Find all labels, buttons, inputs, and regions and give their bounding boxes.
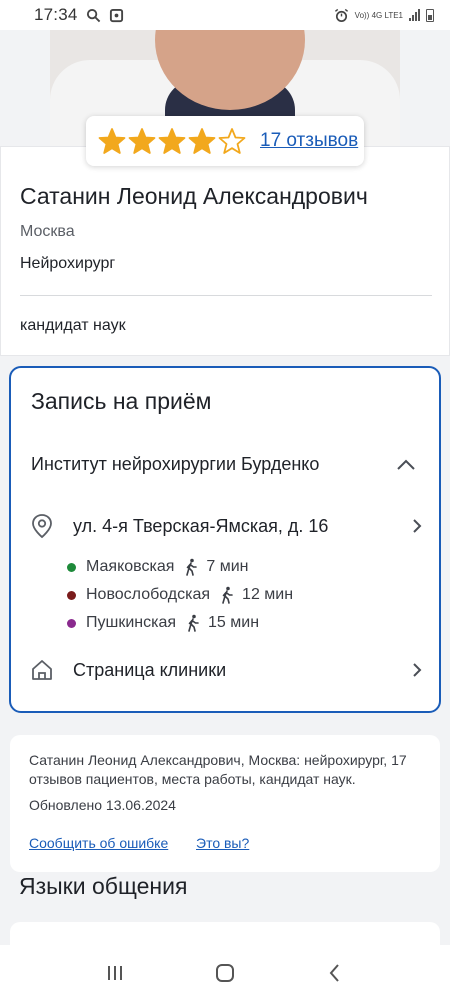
languages-title: Языки общения — [19, 873, 188, 899]
search-icon — [86, 8, 100, 22]
rating-stars — [98, 127, 246, 155]
metro-walk-time: 7 мин — [206, 558, 249, 575]
metro-line-dot — [67, 562, 76, 572]
star-filled-icon — [188, 128, 216, 154]
metro-line-dot — [67, 618, 76, 628]
clinic-building-icon — [32, 660, 52, 680]
divider — [20, 295, 432, 296]
system-nav-bar — [0, 945, 450, 1000]
walking-icon — [188, 614, 199, 632]
star-filled-icon — [128, 128, 156, 154]
metro-walk-time: 15 мин — [208, 614, 260, 631]
metro-station-row: Маяковская 7 мин — [67, 558, 249, 576]
metro-station-row: Пушкинская 15 мин — [67, 614, 259, 632]
recent-apps-icon[interactable] — [103, 961, 127, 985]
doctor-city: Москва — [20, 223, 75, 240]
walking-icon — [222, 586, 233, 604]
metro-walk-time: 12 мин — [242, 586, 294, 603]
clinic-name[interactable]: Институт нейрохирургии Бурденко — [31, 454, 319, 475]
metro-station-row: Новослободская 12 мин — [67, 586, 293, 604]
doctor-degree: кандидат наук — [20, 317, 126, 334]
battery-icon — [426, 8, 434, 22]
star-empty-icon — [218, 128, 246, 154]
address-row[interactable]: ул. 4-я Тверская-Ямская, д. 16 — [31, 508, 423, 544]
profile-card: Сатанин Леонид Александрович Москва Нейр… — [0, 146, 450, 356]
chevron-up-icon[interactable] — [395, 456, 417, 472]
location-pin-icon — [32, 514, 52, 539]
chevron-right-icon — [413, 519, 422, 533]
report-error-link[interactable]: Сообщить об ошибке — [29, 835, 168, 851]
star-filled-icon — [98, 128, 126, 154]
rating-badge: 17 отзывов — [86, 116, 364, 166]
metro-station-name: Пушкинская — [86, 614, 177, 631]
updated-date: Обновлено 13.06.2024 — [29, 797, 176, 813]
signal-icon — [409, 9, 420, 21]
clinic-page-row[interactable]: Страница клиники — [31, 652, 423, 688]
summary-card: Сатанин Леонид Александрович, Москва: не… — [10, 735, 440, 872]
home-icon[interactable] — [213, 961, 237, 985]
walking-icon — [186, 558, 198, 576]
metro-station-name: Новослободская — [86, 586, 211, 603]
chevron-right-icon — [413, 663, 422, 677]
reviews-link[interactable]: 17 отзывов — [260, 130, 358, 152]
screenshot-icon — [109, 8, 123, 22]
appointment-card: Запись на приём Институт нейрохирургии Б… — [9, 366, 441, 713]
status-bar: 17:34 Vo)) 4G LTE1 — [0, 0, 450, 30]
clinic-address: ул. 4-я Тверская-Ямская, д. 16 — [73, 515, 329, 536]
metro-station-name: Маяковская — [86, 558, 175, 575]
clinic-page-label: Страница клиники — [73, 659, 227, 680]
doctor-specialty[interactable]: Нейрохирург — [20, 255, 115, 273]
appointment-title: Запись на приём — [31, 388, 212, 414]
back-icon[interactable] — [323, 961, 347, 985]
is-it-you-link[interactable]: Это вы? — [196, 835, 249, 851]
network-indicator: Vo)) 4G LTE1 — [354, 10, 403, 20]
profile-summary: Сатанин Леонид Александрович, Москва: не… — [29, 752, 407, 787]
star-filled-icon — [158, 128, 186, 154]
alarm-icon — [334, 8, 348, 22]
metro-line-dot — [67, 590, 76, 600]
doctor-name: Сатанин Леонид Александрович — [20, 183, 368, 209]
status-time: 17:34 — [34, 5, 78, 24]
